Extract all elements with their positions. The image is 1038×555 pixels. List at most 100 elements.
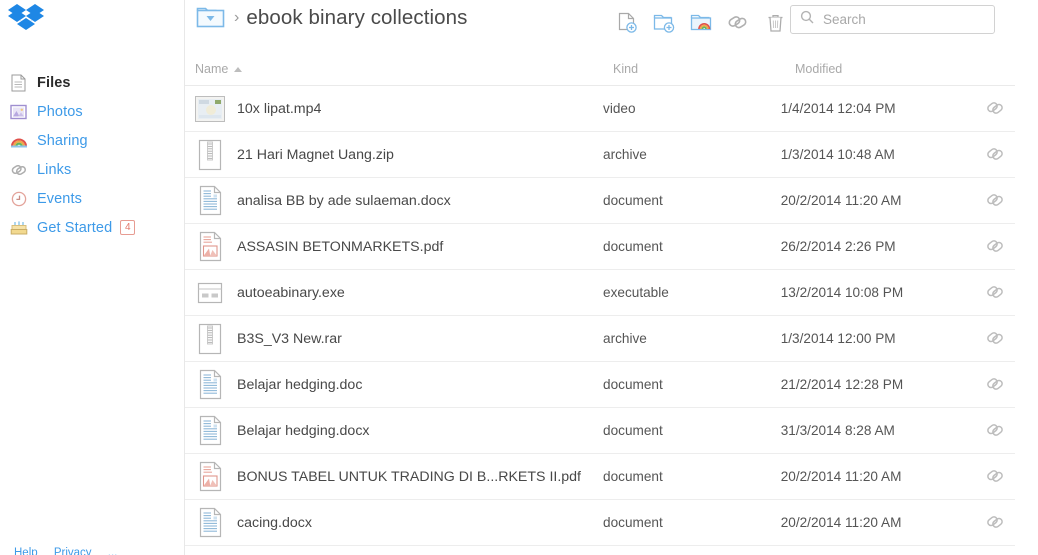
- column-header-kind[interactable]: Kind: [613, 62, 795, 76]
- file-name: ASSASIN BETONMARKETS.pdf: [237, 238, 444, 255]
- cake-icon: [9, 218, 28, 237]
- cell-kind: document: [603, 423, 663, 438]
- table-row[interactable]: BONUS TABEL UNTUK TRADING DI B...RKETS I…: [185, 454, 1015, 500]
- link-icon: [9, 160, 28, 179]
- header: › ebook binary collections: [185, 0, 1038, 58]
- cell-name: analisa BB by ade sulaeman.docx: [195, 184, 603, 218]
- cell-kind: archive: [603, 147, 647, 162]
- table-row[interactable]: analisa BB by ade sulaeman.docx document 2…: [185, 178, 1015, 224]
- table-row[interactable]: 21 Hari Magnet Uang.zip archive 1/3/2014 1…: [185, 132, 1015, 178]
- video-thumbnail: [195, 92, 225, 126]
- table-row[interactable]: Belajar hedging.doc document 21/2/2014 12:…: [185, 362, 1015, 408]
- row-link-button[interactable]: [976, 468, 1015, 485]
- sidebar-nav: Files Photos Sharing Links Events Get St…: [0, 68, 185, 242]
- search-box[interactable]: [790, 5, 995, 34]
- row-link-button[interactable]: [976, 100, 1015, 117]
- row-link-button[interactable]: [976, 330, 1015, 347]
- table-row[interactable]: B3S_V3 New.rar archive 1/3/2014 12:00 PM: [185, 316, 1015, 362]
- cell-kind: document: [603, 193, 663, 208]
- document-icon: [195, 506, 225, 540]
- dropbox-logo[interactable]: [6, 2, 46, 38]
- search-icon: [800, 10, 814, 29]
- table-row[interactable]: Belajar hedging.docx document 31/3/2014 8:…: [185, 408, 1015, 454]
- page-title: ebook binary collections: [246, 6, 468, 29]
- photo-icon: [9, 102, 28, 121]
- cell-kind: document: [603, 239, 663, 254]
- breadcrumb: › ebook binary collections: [196, 5, 468, 31]
- sidebar-item-sharing[interactable]: Sharing: [0, 126, 185, 155]
- cell-name: cacing.docx: [195, 506, 603, 540]
- footer-link-more[interactable]: ...: [108, 547, 118, 555]
- cell-modified: 26/2/2014 2:26 PM: [780, 239, 896, 254]
- folder-dropdown-icon[interactable]: [196, 5, 227, 31]
- sidebar-item-events[interactable]: Events: [0, 184, 185, 213]
- row-link-button[interactable]: [976, 238, 1015, 255]
- cell-modified: 20/2/2014 11:20 AM: [780, 515, 902, 530]
- get-started-badge: 4: [120, 220, 136, 235]
- cell-name: Belajar hedging.doc: [195, 368, 603, 402]
- new-folder-button[interactable]: [647, 8, 681, 38]
- rainbow-icon: [9, 131, 28, 150]
- sidebar-footer: Help Privacy ...: [14, 547, 130, 555]
- sidebar-item-label: Links: [37, 161, 72, 178]
- row-link-button[interactable]: [976, 192, 1015, 209]
- row-link-button[interactable]: [976, 284, 1015, 301]
- cell-name: autoeabinary.exe: [195, 276, 603, 310]
- file-name: analisa BB by ade sulaeman.docx: [237, 192, 451, 209]
- cell-modified: 20/2/2014 11:20 AM: [780, 469, 902, 484]
- table-row[interactable]: 10x lipat.mp4 video 1/4/2014 12:04 PM: [185, 86, 1015, 132]
- delete-button[interactable]: [758, 8, 792, 38]
- upload-file-button[interactable]: [610, 8, 644, 38]
- share-folder-button[interactable]: [684, 8, 718, 38]
- sidebar-item-label: Get Started: [37, 219, 113, 236]
- footer-link-help[interactable]: Help: [14, 547, 38, 555]
- archive-icon: [195, 322, 225, 356]
- search-input[interactable]: [821, 11, 986, 28]
- document-icon: [195, 368, 225, 402]
- sidebar-item-get-started[interactable]: Get Started 4: [0, 213, 185, 242]
- sidebar-item-label: Files: [37, 74, 71, 91]
- archive-icon: [195, 138, 225, 172]
- breadcrumb-separator: ›: [234, 9, 240, 26]
- file-name: 21 Hari Magnet Uang.zip: [237, 146, 394, 163]
- cell-kind: executable: [603, 285, 669, 300]
- document-icon: [195, 184, 225, 218]
- cell-name: 21 Hari Magnet Uang.zip: [195, 138, 603, 172]
- file-name: cacing.docx: [237, 514, 312, 531]
- sidebar-item-links[interactable]: Links: [0, 155, 185, 184]
- row-link-button[interactable]: [976, 146, 1015, 163]
- file-name: 10x lipat.mp4: [237, 100, 322, 117]
- sidebar-item-photos[interactable]: Photos: [0, 97, 185, 126]
- toolbar: [610, 8, 795, 38]
- table-row[interactable]: ASSASIN BETONMARKETS.pdf document 26/2/201…: [185, 224, 1015, 270]
- sidebar: Files Photos Sharing Links Events Get St…: [0, 0, 185, 555]
- row-link-button[interactable]: [976, 422, 1015, 439]
- table-header: Name Kind Modified: [185, 62, 1015, 86]
- dropbox-file-browser: Files Photos Sharing Links Events Get St…: [0, 0, 1038, 555]
- file-icon: [9, 73, 28, 92]
- cell-modified: 1/4/2014 12:04 PM: [780, 101, 896, 116]
- cell-name: 10x lipat.mp4: [195, 92, 603, 126]
- table-row[interactable]: cacing.docx document 20/2/2014 11:20 AM: [185, 500, 1015, 546]
- cell-name: B3S_V3 New.rar: [195, 322, 603, 356]
- row-link-button[interactable]: [976, 376, 1015, 393]
- cell-modified: 31/3/2014 8:28 AM: [780, 423, 895, 438]
- cell-kind: document: [603, 469, 663, 484]
- pdf-icon: [195, 230, 225, 264]
- get-link-button[interactable]: [721, 8, 755, 38]
- cell-name: ASSASIN BETONMARKETS.pdf: [195, 230, 603, 264]
- file-table: Name Kind Modified 10x lipat.mp4 video 1/4…: [185, 62, 1015, 546]
- file-name: autoeabinary.exe: [237, 284, 345, 301]
- file-name: BONUS TABEL UNTUK TRADING DI B...RKETS I…: [237, 468, 581, 485]
- sidebar-item-label: Events: [37, 190, 82, 207]
- pdf-icon: [195, 460, 225, 494]
- column-header-modified[interactable]: Modified: [795, 62, 995, 76]
- cell-kind: document: [603, 515, 663, 530]
- footer-link-privacy[interactable]: Privacy: [54, 547, 92, 555]
- row-link-button[interactable]: [976, 514, 1015, 531]
- column-header-name-label: Name: [195, 62, 229, 76]
- sidebar-item-files[interactable]: Files: [0, 68, 185, 97]
- table-row[interactable]: autoeabinary.exe executable 13/2/2014 10:0…: [185, 270, 1015, 316]
- file-name: B3S_V3 New.rar: [237, 330, 342, 347]
- column-header-name[interactable]: Name: [195, 62, 613, 76]
